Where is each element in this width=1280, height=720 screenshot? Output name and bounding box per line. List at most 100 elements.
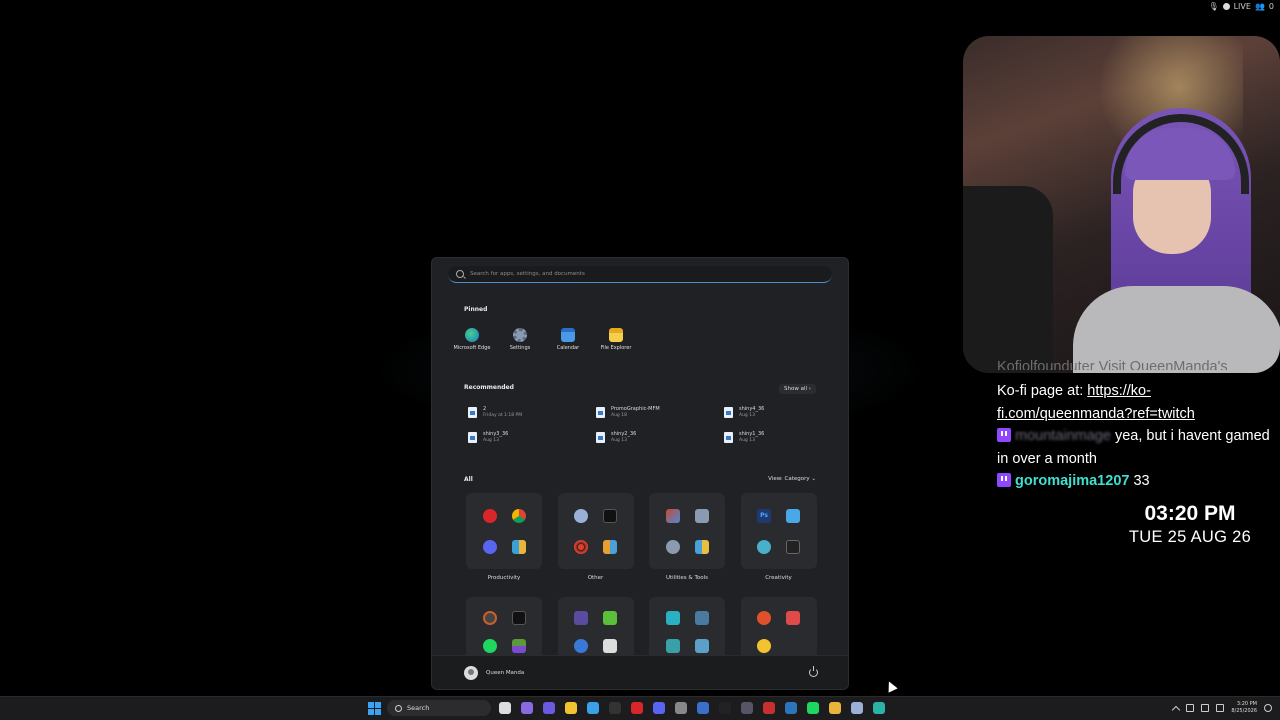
opera-icon — [482, 508, 497, 523]
record-icon[interactable] — [761, 700, 777, 716]
image-file-icon — [468, 407, 477, 418]
chat-message: 33 — [1133, 473, 1150, 489]
taskbar-date: 8/25/2026 — [1231, 708, 1257, 714]
volume-icon[interactable] — [1201, 704, 1210, 712]
record-icon-glyph — [763, 702, 775, 714]
chat-username: mountainmage — [1015, 428, 1111, 444]
start-footer: Queen Manda — [432, 655, 848, 689]
chrome-icon[interactable] — [827, 700, 843, 716]
browser-icon[interactable] — [849, 700, 865, 716]
webcam-feed — [963, 36, 1280, 373]
discord-icon-glyph — [653, 702, 665, 714]
taskbar-clock[interactable]: 3:20 PM 8/25/2026 — [1231, 701, 1257, 715]
obs-icon[interactable] — [607, 700, 623, 716]
pinned-app-settings[interactable]: Settings — [498, 328, 542, 351]
paint-icon — [786, 508, 800, 523]
chrome-icon-glyph — [829, 702, 841, 714]
category-creativity[interactable]: Ps Creativity — [740, 493, 817, 581]
pinned-app-calendar[interactable]: Calendar — [546, 328, 590, 351]
category-folder: Ps — [740, 493, 817, 569]
chevron-down-icon: ⌄ — [811, 476, 816, 482]
view-category-dropdown[interactable]: View: Category ⌄ — [768, 476, 816, 482]
news-icon — [786, 611, 800, 625]
chevron-up-icon[interactable] — [1172, 705, 1181, 714]
taskbar-pinned-icons — [497, 700, 887, 716]
chat-username: Kofiolfounduter — [997, 360, 1095, 370]
calendar-icon — [561, 328, 575, 342]
controller-icon — [574, 611, 588, 625]
power-icon[interactable] — [809, 666, 818, 677]
live-dot-icon — [1222, 3, 1230, 10]
recommended-item[interactable]: shiny4_36 Aug 13 — [724, 406, 828, 419]
rec-time: Aug 13 — [739, 438, 755, 443]
task-view-icon[interactable] — [497, 700, 513, 716]
spotify-icon-glyph — [807, 702, 819, 714]
viewers-icon: 👥 — [1254, 2, 1265, 11]
recommended-item[interactable]: shiny2_36 Aug 13 — [596, 431, 724, 444]
recommended-item[interactable]: shiny1_36 Aug 13 — [724, 431, 828, 444]
teams-icon[interactable] — [541, 700, 557, 716]
category-other[interactable]: Other — [557, 493, 634, 581]
start-search-input[interactable] — [470, 271, 810, 277]
edge-icon[interactable] — [871, 700, 887, 716]
taskbar-search[interactable]: Search — [387, 700, 491, 716]
image-file-icon — [724, 432, 733, 443]
pinned-app-edge[interactable]: Microsoft Edge — [450, 328, 494, 351]
category-utilities-tools[interactable]: Utilities & Tools — [649, 493, 725, 581]
remote-desktop-icon — [665, 639, 680, 653]
weather-icon — [757, 639, 771, 653]
notification-icon[interactable] — [1264, 704, 1272, 712]
browser-icon-glyph — [851, 702, 863, 714]
clock-time: 03:20 PM — [1144, 502, 1236, 525]
pinned-heading: Pinned — [464, 306, 488, 313]
rec-name: 2 — [483, 406, 487, 412]
snipping-tool-icon — [665, 508, 680, 523]
spotify-icon[interactable] — [805, 700, 821, 716]
taskbar-time: 3:20 PM — [1236, 701, 1257, 707]
discord-icon — [482, 539, 497, 554]
spotify-icon — [482, 639, 497, 653]
category-productivity[interactable]: Productivity — [466, 493, 542, 581]
search-icon — [395, 704, 402, 712]
opera-icon[interactable] — [629, 700, 645, 716]
edge-icon — [465, 328, 479, 342]
recommended-item[interactable]: 2 Friday at 1:18 PM — [468, 406, 596, 419]
windows-start-icon[interactable] — [368, 701, 381, 715]
live-label: LIVE — [1233, 2, 1251, 11]
category-label: Creativity — [765, 575, 792, 581]
user-avatar-icon[interactable] — [464, 665, 478, 680]
discord-icon[interactable] — [651, 700, 667, 716]
taskbar-search-label: Search — [407, 704, 430, 712]
chat-line: Kofiolfounduter Visit QueenManda's — [997, 360, 1280, 370]
rec-name: shiny3_36 — [483, 431, 509, 437]
chat-username: goromajima1207 — [1015, 473, 1130, 489]
opera-icon-glyph — [631, 702, 643, 714]
file-explorer-icon-glyph — [565, 702, 577, 714]
category-label: Productivity — [487, 575, 521, 581]
rec-time: Friday at 1:18 PM — [483, 413, 523, 418]
pinned-app-file-explorer[interactable]: File Explorer — [594, 328, 638, 351]
network-icon[interactable] — [1186, 704, 1195, 712]
user-name[interactable]: Queen Manda — [486, 670, 524, 676]
battery-icon[interactable] — [1216, 704, 1225, 712]
task-view-icon-glyph — [499, 702, 511, 714]
capcut-icon[interactable] — [717, 700, 733, 716]
recommended-item[interactable]: shiny3_36 Aug 13 — [468, 431, 596, 444]
pinned-app-label: Settings — [509, 345, 531, 351]
image-file-icon — [596, 407, 605, 418]
steam2-icon[interactable] — [783, 700, 799, 716]
copilot-icon[interactable] — [519, 700, 535, 716]
photos-icon[interactable] — [585, 700, 601, 716]
start-search-box[interactable] — [448, 266, 832, 283]
recommended-item[interactable]: PromoGraphic-MFM Aug 18 — [596, 406, 724, 419]
terminal-icon — [665, 611, 680, 625]
show-all-button[interactable]: Show all › — [779, 384, 816, 394]
image-file-icon — [724, 407, 733, 418]
app-icon[interactable] — [695, 700, 711, 716]
chrome-icon — [511, 508, 526, 523]
controller-icon[interactable] — [739, 700, 755, 716]
steam-icon[interactable] — [673, 700, 689, 716]
file-explorer-icon[interactable] — [563, 700, 579, 716]
show-all-label: Show all — [784, 386, 808, 392]
target-icon — [574, 539, 588, 554]
